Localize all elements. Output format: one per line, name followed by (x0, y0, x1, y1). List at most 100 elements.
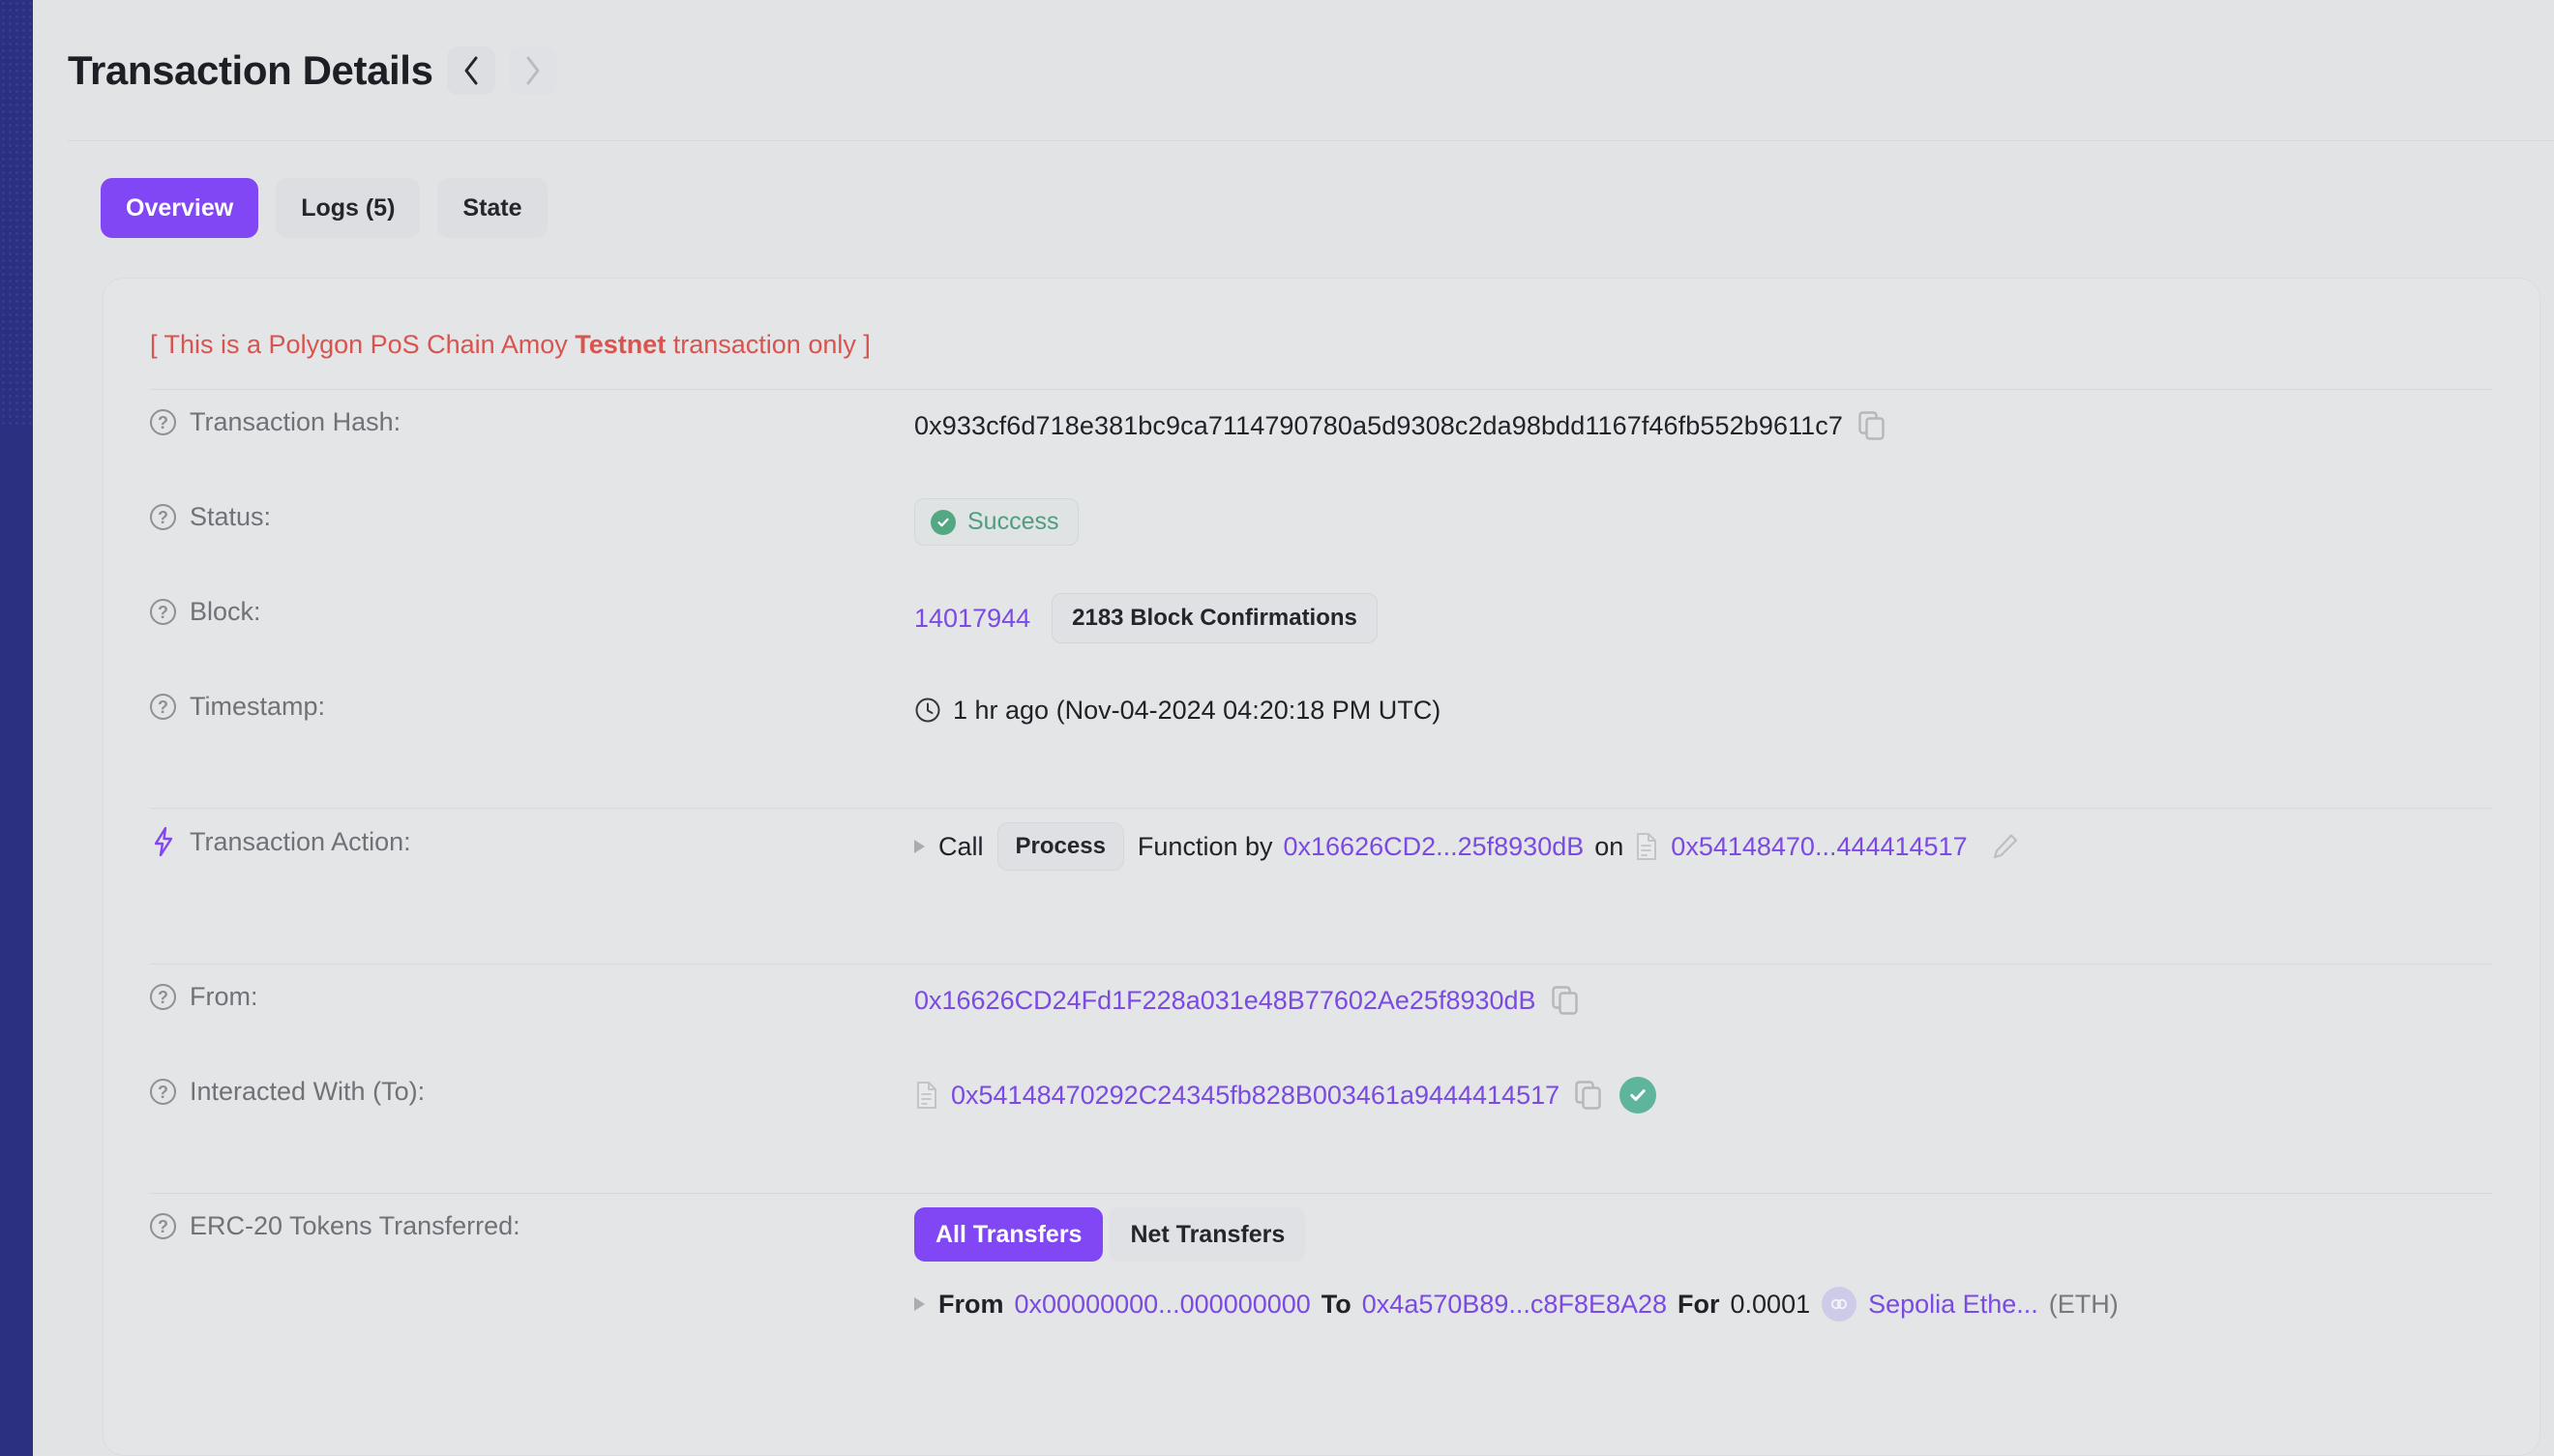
help-icon[interactable]: ? (150, 984, 176, 1010)
status-label-group: ? Status: (150, 485, 914, 532)
transaction-hash-label: Transaction Hash: (190, 407, 401, 437)
tab-bar: Overview Logs (5) State (101, 178, 548, 238)
help-icon[interactable]: ? (150, 504, 176, 530)
status-badge: Success (914, 498, 1079, 546)
transfer-for-label: For (1678, 1290, 1720, 1320)
transaction-action-label-group: Transaction Action: (150, 809, 914, 857)
clock-icon (914, 697, 941, 724)
transaction-action-label: Transaction Action: (190, 827, 411, 857)
action-call-text: Call (938, 832, 984, 862)
help-icon[interactable]: ? (150, 409, 176, 435)
header-divider (68, 140, 2554, 141)
timestamp-label: Timestamp: (190, 692, 325, 722)
from-value-group: 0x16626CD24Fd1F228a031e48B77602Ae25f8930… (914, 965, 2493, 1023)
tab-logs[interactable]: Logs (5) (276, 178, 420, 238)
testnet-notice-suffix: transaction only ] (666, 330, 871, 359)
check-circle-icon (931, 510, 956, 535)
help-icon[interactable]: ? (150, 1213, 176, 1239)
status-text: Success (967, 508, 1058, 536)
timestamp-value-group: 1 hr ago (Nov-04-2024 04:20:18 PM UTC) (914, 674, 2493, 732)
help-icon[interactable]: ? (150, 599, 176, 625)
row-interacted-with: ? Interacted With (To): 0x54148470292C24… (104, 1059, 2539, 1154)
transfer-row: From 0x00000000...000000000 To 0x4a570B8… (914, 1287, 2119, 1322)
chevron-left-icon (460, 54, 482, 87)
expand-caret-icon[interactable] (914, 1297, 925, 1311)
lightning-bolt-icon (150, 826, 176, 857)
testnet-notice-emphasis: Testnet (575, 330, 666, 359)
from-label: From: (190, 982, 258, 1012)
page-title: Transaction Details (68, 50, 433, 91)
transfers-toggle-group: All Transfers Net Transfers (914, 1207, 2119, 1262)
verified-contract-icon (1619, 1077, 1656, 1114)
from-label-group: ? From: (150, 965, 914, 1012)
status-label: Status: (190, 502, 271, 532)
action-function-text: Function by (1138, 832, 1273, 862)
block-number-link[interactable]: 14017944 (914, 604, 1030, 634)
erc20-value-group: All Transfers Net Transfers From 0x00000… (914, 1194, 2493, 1322)
previous-transaction-button[interactable] (447, 46, 495, 95)
row-timestamp: ? Timestamp: 1 hr ago (Nov-04-2024 04:20… (104, 674, 2539, 769)
transfer-from-address-link[interactable]: 0x00000000...000000000 (1015, 1290, 1311, 1320)
status-value-group: Success (914, 485, 2493, 546)
copy-icon[interactable] (1858, 411, 1886, 440)
net-transfers-button[interactable]: Net Transfers (1109, 1207, 1306, 1262)
transfer-to-label: To (1322, 1290, 1351, 1320)
row-status: ? Status: Success (104, 485, 2539, 579)
block-label-group: ? Block: (150, 579, 914, 627)
token-symbol: (ETH) (2049, 1290, 2119, 1320)
left-nav-rail (0, 0, 33, 1456)
transaction-hash-value: 0x933cf6d718e381bc9ca7114790780a5d9308c2… (914, 411, 1843, 441)
row-transaction-action: Transaction Action: Call Process Functio… (104, 809, 2539, 925)
page-container: Transaction Details Overview Logs (5) St… (33, 0, 2554, 1456)
token-logo-icon (1822, 1287, 1856, 1322)
timestamp-value: 1 hr ago (Nov-04-2024 04:20:18 PM UTC) (953, 696, 1440, 726)
transaction-details-card: [ This is a Polygon PoS Chain Amoy Testn… (103, 278, 2540, 1456)
copy-icon[interactable] (1575, 1081, 1602, 1110)
spacer (104, 769, 2539, 808)
expand-caret-icon[interactable] (914, 840, 925, 853)
block-value-group: 14017944 2183 Block Confirmations (914, 579, 2493, 643)
row-transaction-hash: ? Transaction Hash: 0x933cf6d718e381bc9c… (104, 390, 2539, 485)
interacted-with-address-link[interactable]: 0x54148470292C24345fb828B003461a94444145… (951, 1081, 1559, 1111)
chevron-right-icon (522, 54, 544, 87)
token-name-link[interactable]: Sepolia Ethe... (1868, 1290, 2038, 1320)
block-confirmations-badge: 2183 Block Confirmations (1052, 593, 1378, 643)
erc20-label-group: ? ERC-20 Tokens Transferred: (150, 1194, 914, 1241)
spacer (104, 1154, 2539, 1193)
action-function-badge: Process (997, 822, 1124, 871)
help-icon[interactable]: ? (150, 694, 176, 720)
from-address-link[interactable]: 0x16626CD24Fd1F228a031e48B77602Ae25f8930… (914, 986, 1536, 1016)
transfer-to-address-link[interactable]: 0x4a570B89...c8F8E8A28 (1362, 1290, 1667, 1320)
contract-document-icon (914, 1081, 939, 1110)
row-block: ? Block: 14017944 2183 Block Confirmatio… (104, 579, 2539, 674)
timestamp-label-group: ? Timestamp: (150, 674, 914, 722)
all-transfers-button[interactable]: All Transfers (914, 1207, 1103, 1262)
erc20-label: ERC-20 Tokens Transferred: (190, 1211, 520, 1241)
help-icon[interactable]: ? (150, 1079, 176, 1105)
transaction-action-value-group: Call Process Function by 0x16626CD2...25… (914, 809, 2493, 871)
transfer-amount: 0.0001 (1731, 1290, 1811, 1320)
row-from: ? From: 0x16626CD24Fd1F228a031e48B77602A… (104, 965, 2539, 1059)
testnet-notice: [ This is a Polygon PoS Chain Amoy Testn… (104, 317, 2539, 389)
tab-state[interactable]: State (437, 178, 547, 238)
transaction-hash-value-group: 0x933cf6d718e381bc9ca7114790780a5d9308c2… (914, 390, 2493, 448)
tab-overview[interactable]: Overview (101, 178, 258, 238)
row-erc20-transfers: ? ERC-20 Tokens Transferred: All Transfe… (104, 1194, 2539, 1322)
transfer-from-label: From (938, 1290, 1004, 1320)
transaction-hash-label-group: ? Transaction Hash: (150, 390, 914, 437)
rail-dot-pattern (0, 0, 33, 426)
action-contract-address-link[interactable]: 0x54148470...444414517 (1671, 832, 1967, 862)
page-header: Transaction Details (33, 0, 2554, 140)
testnet-notice-prefix: [ This is a Polygon PoS Chain Amoy (150, 330, 575, 359)
next-transaction-button[interactable] (509, 46, 557, 95)
action-caller-address-link[interactable]: 0x16626CD2...25f8930dB (1284, 832, 1585, 862)
block-label: Block: (190, 597, 261, 627)
interacted-with-label-group: ? Interacted With (To): (150, 1059, 914, 1107)
copy-icon[interactable] (1552, 986, 1579, 1015)
transfers-stack: All Transfers Net Transfers From 0x00000… (914, 1207, 2119, 1322)
action-on-text: on (1594, 832, 1623, 862)
edit-pencil-icon[interactable] (1991, 832, 2020, 861)
interacted-with-value-group: 0x54148470292C24345fb828B003461a94444145… (914, 1059, 2493, 1117)
spacer (104, 925, 2539, 964)
interacted-with-label: Interacted With (To): (190, 1077, 425, 1107)
